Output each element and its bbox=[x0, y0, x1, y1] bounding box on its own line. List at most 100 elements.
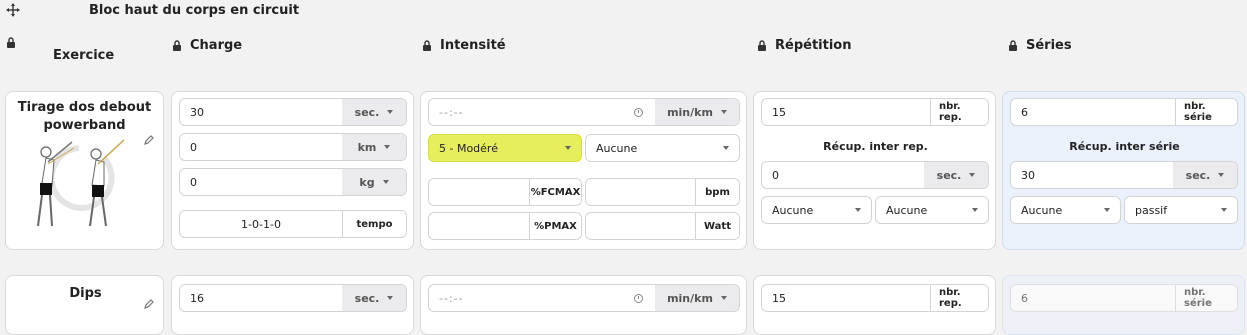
header-load-label: Charge bbox=[190, 38, 243, 53]
header-series: Séries bbox=[1008, 38, 1072, 53]
rep-option-2-value: Aucune bbox=[886, 203, 928, 217]
weight-field[interactable]: 0 kg bbox=[179, 168, 407, 196]
duration-field[interactable]: 30 sec. bbox=[179, 98, 407, 126]
watt-label: Watt bbox=[695, 213, 739, 239]
header-repetition-label: Répétition bbox=[775, 38, 852, 53]
chevron-down-icon bbox=[720, 110, 727, 114]
fcmax-field[interactable]: %FCMAX bbox=[428, 178, 582, 206]
reps-value[interactable]: 15 bbox=[762, 106, 930, 119]
move-icon[interactable] bbox=[6, 3, 20, 17]
pace-unit-label: min/km bbox=[667, 291, 713, 305]
chevron-down-icon bbox=[969, 173, 976, 177]
header-intensity-label: Intensité bbox=[440, 38, 506, 53]
exercise-illustration bbox=[37, 139, 125, 227]
pace-value[interactable]: --:-- bbox=[429, 106, 634, 119]
lock-icon[interactable] bbox=[757, 39, 767, 52]
pace-unit-select[interactable]: min/km bbox=[655, 285, 739, 311]
tempo-field[interactable]: 1-0-1-0 tempo bbox=[179, 210, 407, 238]
weight-unit-label: kg bbox=[359, 175, 375, 189]
lock-icon[interactable] bbox=[6, 37, 16, 49]
pmax-field[interactable]: %PMAX bbox=[428, 212, 582, 240]
sets-value[interactable]: 6 bbox=[1011, 106, 1175, 119]
sets-value[interactable]: 6 bbox=[1011, 292, 1175, 305]
pace-field[interactable]: --:-- min/km bbox=[428, 98, 740, 126]
header-exercise: Exercice bbox=[53, 48, 115, 63]
chevron-down-icon bbox=[720, 296, 727, 300]
intensity-secondary-select[interactable]: Aucune bbox=[585, 134, 740, 162]
duration-value[interactable]: 30 bbox=[180, 106, 342, 119]
rep-rest-unit-label: sec. bbox=[936, 168, 962, 182]
distance-unit-select[interactable]: km bbox=[342, 134, 406, 160]
set-option-select-1[interactable]: Aucune bbox=[1010, 196, 1121, 224]
distance-unit-label: km bbox=[357, 140, 377, 154]
tempo-value[interactable]: 1-0-1-0 bbox=[180, 218, 342, 231]
duration-unit-select[interactable]: sec. bbox=[342, 285, 406, 311]
exercise-card[interactable]: Dips bbox=[5, 275, 164, 335]
distance-value[interactable]: 0 bbox=[180, 141, 342, 154]
duration-value[interactable]: 16 bbox=[180, 292, 342, 305]
repetition-card: 15 nbr. rep. bbox=[753, 275, 996, 335]
chevron-down-icon bbox=[1221, 208, 1227, 212]
fcmax-label: %FCMAX bbox=[529, 179, 581, 205]
load-card: 16 sec. bbox=[171, 275, 414, 335]
duration-unit-select[interactable]: sec. bbox=[342, 99, 406, 125]
set-option-select-2[interactable]: passif bbox=[1124, 196, 1238, 224]
exercise-card[interactable]: Tirage dos debout powerband bbox=[5, 91, 164, 250]
weight-unit-select[interactable]: kg bbox=[342, 169, 406, 195]
header-repetition: Répétition bbox=[757, 38, 851, 53]
set-rest-value[interactable]: 30 bbox=[1011, 169, 1173, 182]
rep-option-1-value: Aucune bbox=[772, 203, 814, 217]
set-option-1-value: Aucune bbox=[1021, 203, 1063, 217]
chevron-down-icon bbox=[565, 146, 571, 150]
pace-value[interactable]: --:-- bbox=[429, 292, 634, 305]
set-rest-unit-select[interactable]: sec. bbox=[1173, 162, 1237, 188]
duration-field[interactable]: 16 sec. bbox=[179, 284, 407, 312]
chevron-down-icon bbox=[382, 180, 389, 184]
bpm-label: bpm bbox=[695, 179, 739, 205]
reps-value[interactable]: 15 bbox=[762, 292, 930, 305]
reps-field[interactable]: 15 nbr. rep. bbox=[761, 284, 989, 312]
reps-field[interactable]: 15 nbr. rep. bbox=[761, 98, 989, 126]
pmax-label: %PMAX bbox=[529, 213, 581, 239]
reps-unit-label: nbr. rep. bbox=[930, 99, 988, 125]
lock-icon[interactable] bbox=[1008, 39, 1018, 52]
header-load: Charge bbox=[172, 38, 242, 53]
rep-rest-label: Récup. inter rep. bbox=[823, 140, 928, 153]
chevron-down-icon bbox=[384, 145, 391, 149]
sets-unit-label: nbr. série bbox=[1175, 285, 1237, 311]
distance-field[interactable]: 0 km bbox=[179, 133, 407, 161]
sets-field[interactable]: 6 nbr. série bbox=[1010, 98, 1238, 126]
watt-field[interactable]: Watt bbox=[585, 212, 740, 240]
weight-value[interactable]: 0 bbox=[180, 176, 342, 189]
series-card: 6 nbr. série bbox=[1002, 275, 1245, 335]
exercise-name: Dips bbox=[69, 286, 102, 301]
chevron-down-icon bbox=[387, 110, 394, 114]
pace-field[interactable]: --:-- min/km bbox=[428, 284, 740, 312]
clock-icon[interactable] bbox=[634, 293, 643, 303]
set-rest-field[interactable]: 30 sec. bbox=[1010, 161, 1238, 189]
block-title: Bloc haut du corps en circuit bbox=[89, 3, 300, 18]
bpm-field[interactable]: bpm bbox=[585, 178, 740, 206]
set-rest-label: Récup. inter série bbox=[1069, 140, 1180, 153]
edit-pencil-icon[interactable] bbox=[143, 298, 155, 310]
intensity-level-value: 5 - Modéré bbox=[439, 141, 498, 155]
rep-rest-field[interactable]: 0 sec. bbox=[761, 161, 989, 189]
sets-field[interactable]: 6 nbr. série bbox=[1010, 284, 1238, 312]
pace-unit-select[interactable]: min/km bbox=[655, 99, 739, 125]
chevron-down-icon bbox=[855, 208, 861, 212]
lock-icon[interactable] bbox=[422, 39, 432, 52]
edit-pencil-icon[interactable] bbox=[143, 134, 155, 146]
lock-icon[interactable] bbox=[172, 39, 182, 52]
chevron-down-icon bbox=[1218, 173, 1225, 177]
tempo-label: tempo bbox=[342, 211, 406, 237]
rep-rest-unit-select[interactable]: sec. bbox=[924, 162, 988, 188]
rep-option-select-1[interactable]: Aucune bbox=[761, 196, 872, 224]
clock-icon[interactable] bbox=[634, 107, 643, 117]
rep-rest-value[interactable]: 0 bbox=[762, 169, 924, 182]
rep-option-select-2[interactable]: Aucune bbox=[875, 196, 989, 224]
intensity-card: --:-- min/km bbox=[420, 275, 747, 335]
chevron-down-icon bbox=[387, 296, 394, 300]
repetition-card: 15 nbr. rep. Récup. inter rep. 0 sec. Au… bbox=[753, 91, 996, 250]
intensity-level-select[interactable]: 5 - Modéré bbox=[428, 134, 582, 162]
duration-unit-label: sec. bbox=[354, 105, 380, 119]
